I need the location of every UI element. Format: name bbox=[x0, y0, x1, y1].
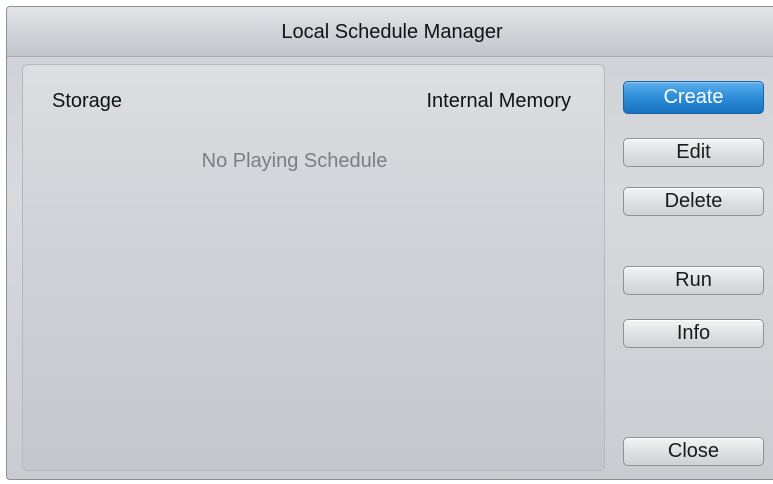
delete-button[interactable]: Delete bbox=[623, 187, 764, 216]
window-title: Local Schedule Manager bbox=[281, 21, 503, 43]
storage-value: Internal Memory bbox=[426, 90, 572, 112]
schedule-list-panel: Storage Internal Memory No Playing Sched… bbox=[22, 64, 605, 471]
info-button[interactable]: Info bbox=[623, 319, 764, 348]
create-button[interactable]: Create bbox=[623, 81, 764, 114]
title-bar: Local Schedule Manager bbox=[7, 7, 773, 57]
empty-schedule-message: No Playing Schedule bbox=[201, 150, 388, 172]
close-button[interactable]: Close bbox=[623, 437, 764, 466]
schedule-manager-window: Local Schedule Manager Storage Internal … bbox=[6, 6, 773, 480]
storage-label: Storage bbox=[52, 90, 123, 112]
edit-button[interactable]: Edit bbox=[623, 138, 764, 167]
run-button[interactable]: Run bbox=[623, 266, 764, 295]
